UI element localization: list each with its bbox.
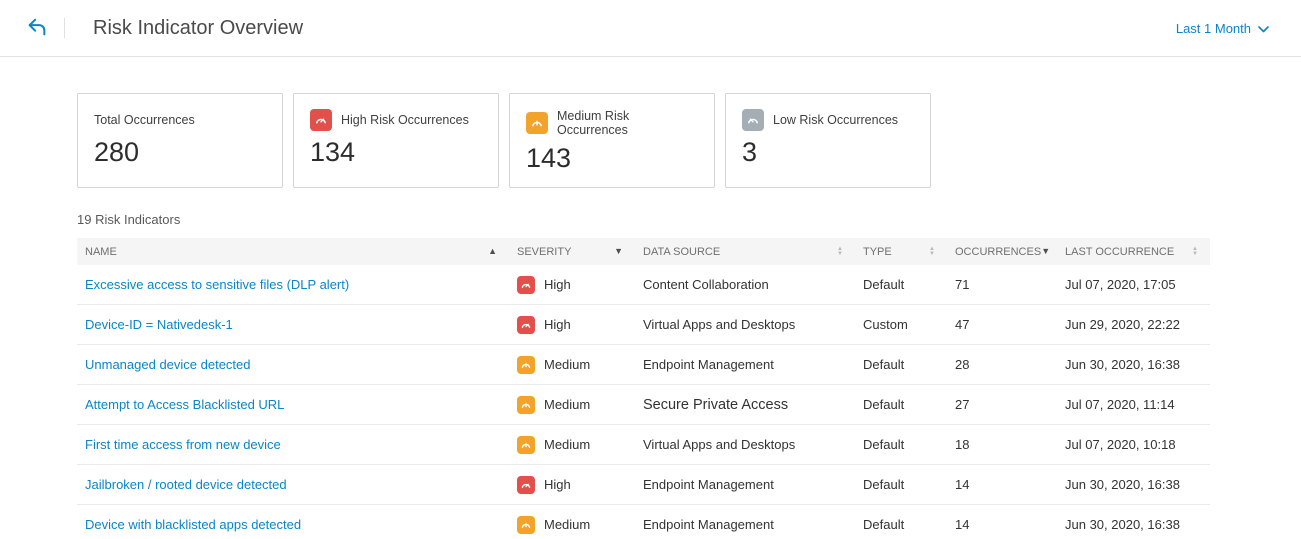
main-content: Total Occurrences 280 High Risk Occurren… (0, 57, 1301, 539)
risk-indicator-link[interactable]: Attempt to Access Blacklisted URL (85, 397, 284, 412)
risk-indicator-link[interactable]: Device with blacklisted apps detected (85, 517, 301, 532)
last-occurrence-cell: Jul 07, 2020, 11:14 (1057, 397, 1210, 412)
back-arrow-icon (26, 16, 48, 41)
occurrences-cell: 28 (947, 357, 1057, 372)
column-header-severity[interactable]: SEVERITY ▼ (509, 238, 635, 265)
table-header-row: NAME ▲ SEVERITY ▼ DATA SOURCE ▲▼ TYPE ▲▼… (77, 238, 1210, 265)
table-row: First time access from new device Medium… (77, 425, 1210, 465)
table-row: Jailbroken / rooted device detected High… (77, 465, 1210, 505)
sort-icon: ▲▼ (929, 247, 935, 257)
card-label: Total Occurrences (94, 113, 195, 127)
card-value: 280 (94, 137, 266, 168)
gauge-high-icon (310, 109, 332, 131)
risk-indicator-link[interactable]: Unmanaged device detected (85, 357, 251, 372)
chevron-down-icon (1258, 21, 1269, 36)
data-source-cell: Endpoint Management (635, 517, 855, 532)
card-label: Low Risk Occurrences (773, 113, 898, 127)
last-occurrence-cell: Jul 07, 2020, 17:05 (1057, 277, 1210, 292)
card-value: 3 (742, 137, 914, 168)
card-label: Medium Risk Occurrences (557, 109, 698, 137)
risk-indicator-link[interactable]: Device-ID = Nativedesk-1 (85, 317, 233, 332)
gauge-icon (517, 356, 535, 374)
data-source-cell: Virtual Apps and Desktops (635, 437, 855, 452)
data-source-cell: Endpoint Management (635, 357, 855, 372)
sort-icon: ▲▼ (837, 247, 843, 257)
severity-label: High (544, 477, 571, 492)
risk-indicators-count: 19 Risk Indicators (77, 212, 1301, 227)
table-row: Attempt to Access Blacklisted URL Medium… (77, 385, 1210, 425)
severity-label: Medium (544, 357, 590, 372)
type-cell: Default (855, 397, 947, 412)
severity-label: Medium (544, 517, 590, 532)
occurrences-cell: 14 (947, 517, 1057, 532)
card-medium-risk-occurrences: Medium Risk Occurrences 143 (509, 93, 715, 188)
data-source-cell: Endpoint Management (635, 477, 855, 492)
occurrences-cell: 27 (947, 397, 1057, 412)
data-source-cell: Content Collaboration (635, 277, 855, 292)
severity-label: High (544, 317, 571, 332)
column-header-type[interactable]: TYPE ▲▼ (855, 238, 947, 265)
summary-cards: Total Occurrences 280 High Risk Occurren… (77, 93, 1301, 188)
card-low-risk-occurrences: Low Risk Occurrences 3 (725, 93, 931, 188)
sort-ascending-icon: ▲ (488, 247, 497, 256)
risk-indicator-link[interactable]: Excessive access to sensitive files (DLP… (85, 277, 349, 292)
risk-indicator-link[interactable]: First time access from new device (85, 437, 281, 452)
data-source-cell: Secure Private Access (635, 397, 855, 413)
gauge-icon (517, 436, 535, 454)
severity-label: Medium (544, 397, 590, 412)
table-row: Unmanaged device detected Medium Endpoin… (77, 345, 1210, 385)
gauge-icon (517, 476, 535, 494)
last-occurrence-cell: Jun 29, 2020, 22:22 (1057, 317, 1210, 332)
table-row: Device-ID = Nativedesk-1 High Virtual Ap… (77, 305, 1210, 345)
time-filter-dropdown[interactable]: Last 1 Month (1168, 17, 1277, 40)
time-filter-label: Last 1 Month (1176, 21, 1251, 36)
table-row: Device with blacklisted apps detected Me… (77, 505, 1210, 539)
card-total-occurrences: Total Occurrences 280 (77, 93, 283, 188)
back-button[interactable] (20, 11, 54, 45)
gauge-low-icon (742, 109, 764, 131)
type-cell: Default (855, 277, 947, 292)
risk-indicators-table: NAME ▲ SEVERITY ▼ DATA SOURCE ▲▼ TYPE ▲▼… (77, 238, 1210, 539)
page-title: Risk Indicator Overview (93, 17, 303, 40)
divider (64, 18, 65, 38)
filter-dropdown-icon: ▼ (614, 247, 623, 256)
type-cell: Default (855, 357, 947, 372)
column-header-occurrences[interactable]: OCCURRENCES ▼ (947, 238, 1057, 265)
occurrences-cell: 47 (947, 317, 1057, 332)
risk-indicator-link[interactable]: Jailbroken / rooted device detected (85, 477, 287, 492)
type-cell: Default (855, 437, 947, 452)
gauge-icon (517, 516, 535, 534)
card-value: 143 (526, 143, 698, 174)
table-row: Excessive access to sensitive files (DLP… (77, 265, 1210, 305)
column-header-name[interactable]: NAME ▲ (77, 238, 509, 265)
last-occurrence-cell: Jun 30, 2020, 16:38 (1057, 357, 1210, 372)
sort-icon: ▲▼ (1192, 247, 1198, 257)
severity-label: High (544, 277, 571, 292)
column-header-data-source[interactable]: DATA SOURCE ▲▼ (635, 238, 855, 265)
gauge-medium-icon (526, 112, 548, 134)
card-value: 134 (310, 137, 482, 168)
gauge-icon (517, 316, 535, 334)
last-occurrence-cell: Jul 07, 2020, 10:18 (1057, 437, 1210, 452)
data-source-cell: Virtual Apps and Desktops (635, 317, 855, 332)
occurrences-cell: 71 (947, 277, 1057, 292)
column-header-last-occurrence[interactable]: LAST OCCURRENCE ▲▼ (1057, 238, 1210, 265)
top-bar: Risk Indicator Overview Last 1 Month (0, 0, 1301, 57)
last-occurrence-cell: Jun 30, 2020, 16:38 (1057, 477, 1210, 492)
occurrences-cell: 18 (947, 437, 1057, 452)
occurrences-cell: 14 (947, 477, 1057, 492)
gauge-icon (517, 276, 535, 294)
gauge-icon (517, 396, 535, 414)
type-cell: Default (855, 517, 947, 532)
last-occurrence-cell: Jun 30, 2020, 16:38 (1057, 517, 1210, 532)
type-cell: Custom (855, 317, 947, 332)
card-high-risk-occurrences: High Risk Occurrences 134 (293, 93, 499, 188)
type-cell: Default (855, 477, 947, 492)
severity-label: Medium (544, 437, 590, 452)
card-label: High Risk Occurrences (341, 113, 469, 127)
sort-descending-icon: ▼ (1041, 247, 1050, 256)
